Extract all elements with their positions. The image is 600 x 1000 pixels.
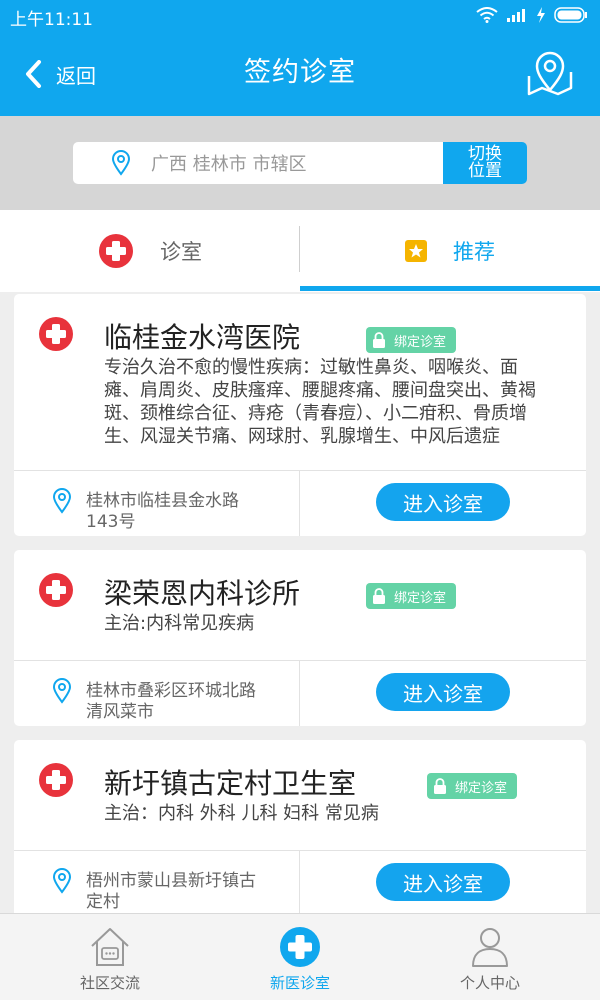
badge-label: 绑定诊室 [455,780,508,796]
desc-line: 瘫、肩周炎、皮肤瘙痒、腰腿疼痛、腰间盘突出、黄褐 [104,380,536,401]
nav-community-label: 社区交流 [79,974,140,992]
location-field[interactable]: 广西 桂林市 市辖区 [73,142,443,184]
bound-clinic-badge[interactable]: 绑定诊室 [366,583,457,609]
nav-profile-label: 个人中心 [459,974,520,992]
address-line: 143号 [86,512,136,532]
card-vertical-divider [299,470,300,536]
card-vertical-divider [299,660,300,726]
enter-clinic-button[interactable]: 进入诊室 [376,673,510,711]
person-icon [472,928,508,967]
wifi-icon [476,7,498,23]
bottom-nav: 社区交流 新医诊室 个人中心 [0,913,600,1000]
desc-line: 专治久治不愈的慢性疾病：过敏性鼻炎、咽喉炎、面 [104,357,518,378]
status-time: 上午11:11 [10,10,93,30]
enter-clinic-button[interactable]: 进入诊室 [376,863,510,901]
switch-label-line2: 位置 [468,161,502,181]
card-divider [14,470,586,471]
bound-clinic-badge[interactable]: 绑定诊室 [427,773,518,799]
tab-recommended[interactable]: 推荐 [300,210,600,292]
lock-icon [373,332,385,348]
switch-location-button[interactable]: 切换 位置 [443,142,527,184]
map-pin-icon[interactable] [526,50,574,98]
signal-icon [507,9,525,22]
app-header: 返回 签约诊室 [0,32,600,116]
clinic-description: 主治:内科常见疾病 [104,612,254,635]
location-pin-icon [52,868,72,894]
red-cross-icon [39,573,73,607]
clinic-name: 临桂金水湾医院 [104,321,301,354]
badge-label: 绑定诊室 [394,334,447,350]
location-bar: 广西 桂林市 市辖区 切换 位置 [0,116,600,210]
clinic-name: 新圩镇古定村卫生室 [104,767,357,800]
nav-clinic-label: 新医诊室 [269,974,330,992]
enter-clinic-button[interactable]: 进入诊室 [376,483,510,521]
location-pin-icon [52,488,72,514]
tab-bar: 诊室 推荐 [0,210,600,292]
clinic-address: 桂林市临桂县金水路 143号 [86,491,291,533]
location-pin-icon [111,150,131,176]
address-line: 定村 [86,892,120,912]
address-line: 桂林市临桂县金水路 [86,491,239,511]
lock-icon [434,778,446,794]
clinic-card[interactable]: 临桂金水湾医院 绑定诊室 专治久治不愈的慢性疾病：过敏性鼻炎、咽喉炎、面 瘫、肩… [14,294,586,536]
desc-line: 主治：内科 外科 儿科 妇科 常见病 [104,803,379,824]
charging-icon [537,7,545,23]
status-bar: 上午11:11 [0,0,600,32]
bound-clinic-badge[interactable]: 绑定诊室 [366,327,457,353]
card-divider [14,660,586,661]
location-pin-icon [52,678,72,704]
clinic-name: 梁荣恩内科诊所 [104,577,301,610]
nav-community[interactable]: 社区交流 [10,914,210,1000]
red-cross-icon [99,234,133,268]
lock-icon [373,588,385,604]
address-line: 清风菜市 [86,702,154,722]
address-line: 桂林市叠彩区环城北路 [86,681,256,701]
nav-clinic[interactable]: 新医诊室 [200,914,400,1000]
desc-line: 生、风湿关节痛、网球肘、乳腺增生、中风后遗症 [104,426,500,447]
clinic-address: 桂林市叠彩区环城北路 清风菜市 [86,681,291,723]
clinic-address: 梧州市蒙山县新圩镇古 定村 [86,871,291,913]
address-line: 梧州市蒙山县新圩镇古 [86,871,256,891]
nav-profile[interactable]: 个人中心 [390,914,590,1000]
tab-clinics-label: 诊室 [160,240,202,264]
active-tab-indicator [300,286,600,291]
page-title: 签约诊室 [244,57,356,88]
clinic-card[interactable]: 梁荣恩内科诊所 绑定诊室 主治:内科常见疾病 桂林市叠彩区环城北路 清风菜市 进… [14,550,586,726]
medical-cross-icon [280,927,320,967]
tab-clinics[interactable]: 诊室 [0,210,300,292]
star-icon [405,240,427,262]
battery-icon [554,7,587,23]
badge-label: 绑定诊室 [394,590,447,606]
red-cross-icon [39,317,73,351]
tab-recommended-label: 推荐 [453,240,495,264]
location-text: 广西 桂林市 市辖区 [151,154,307,175]
home-chat-icon [91,928,129,966]
red-cross-icon [39,763,73,797]
clinic-description: 主治：内科 外科 儿科 妇科 常见病 [104,802,379,825]
card-vertical-divider [299,850,300,913]
card-divider [14,850,586,851]
desc-line: 主治:内科常见疾病 [104,613,255,634]
desc-line: 斑、颈椎综合征、痔疮（青春痘）、小二疳积、骨质增 [104,403,527,424]
clinic-description: 专治久治不愈的慢性疾病：过敏性鼻炎、咽喉炎、面 瘫、肩周炎、皮肤瘙痒、腰腿疼痛、… [104,356,536,448]
clinic-card[interactable]: 新圩镇古定村卫生室 绑定诊室 主治：内科 外科 儿科 妇科 常见病 梧州市蒙山县… [14,740,586,913]
